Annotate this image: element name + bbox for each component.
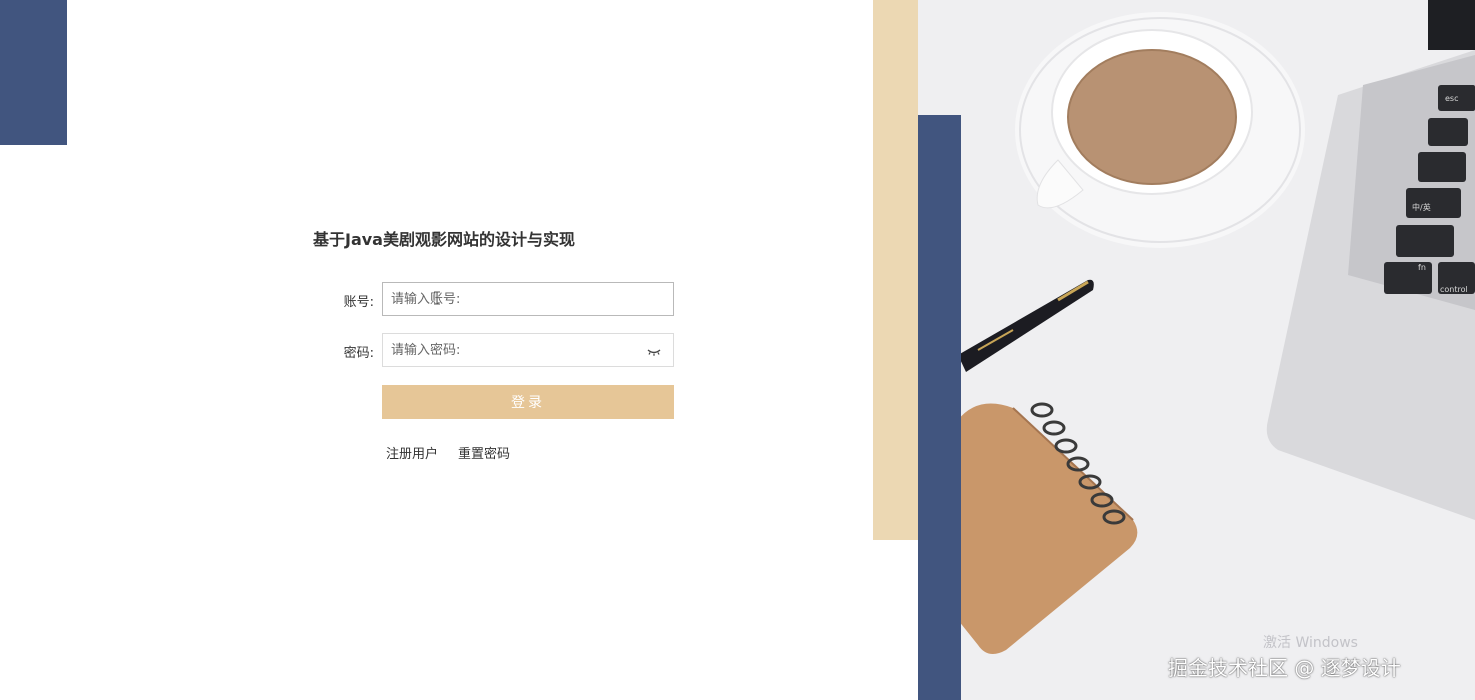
password-input[interactable] bbox=[382, 333, 674, 367]
watermark: 掘金技术社区 @ 逐梦设计 bbox=[1168, 656, 1401, 680]
coffee-cup-image bbox=[1015, 12, 1305, 248]
activate-windows-notice: 激活 Windows bbox=[1263, 635, 1358, 651]
notebook-image bbox=[958, 402, 1138, 654]
text-cursor-icon bbox=[433, 290, 441, 305]
desk-photo-illustration: esc 中/英 fn control bbox=[958, 0, 1475, 654]
decorative-blue-block bbox=[0, 0, 67, 145]
decorative-blue-strip bbox=[918, 115, 961, 700]
laptop-image: esc 中/英 fn control bbox=[1266, 0, 1475, 520]
svg-text:中/英: 中/英 bbox=[1412, 202, 1431, 212]
login-page: esc 中/英 fn control 基于Java美剧观影网站的设计与实现 账号… bbox=[0, 0, 1475, 700]
decorative-gold-strip bbox=[873, 0, 918, 540]
login-button[interactable]: 登录 bbox=[382, 385, 674, 419]
svg-text:control: control bbox=[1440, 285, 1468, 294]
username-input[interactable] bbox=[382, 282, 674, 316]
pen-image bbox=[958, 279, 1094, 372]
password-label: 密码: bbox=[343, 346, 374, 361]
username-label: 账号: bbox=[343, 295, 374, 310]
hero-photo: esc 中/英 fn control bbox=[918, 0, 1475, 700]
reset-password-link[interactable]: 重置密码 bbox=[458, 443, 510, 462]
page-title: 基于Java美剧观影网站的设计与实现 bbox=[313, 230, 575, 249]
svg-text:esc: esc bbox=[1445, 94, 1459, 103]
svg-text:fn: fn bbox=[1418, 263, 1426, 272]
register-link[interactable]: 注册用户 bbox=[386, 443, 438, 462]
eye-closed-icon[interactable] bbox=[645, 344, 663, 358]
